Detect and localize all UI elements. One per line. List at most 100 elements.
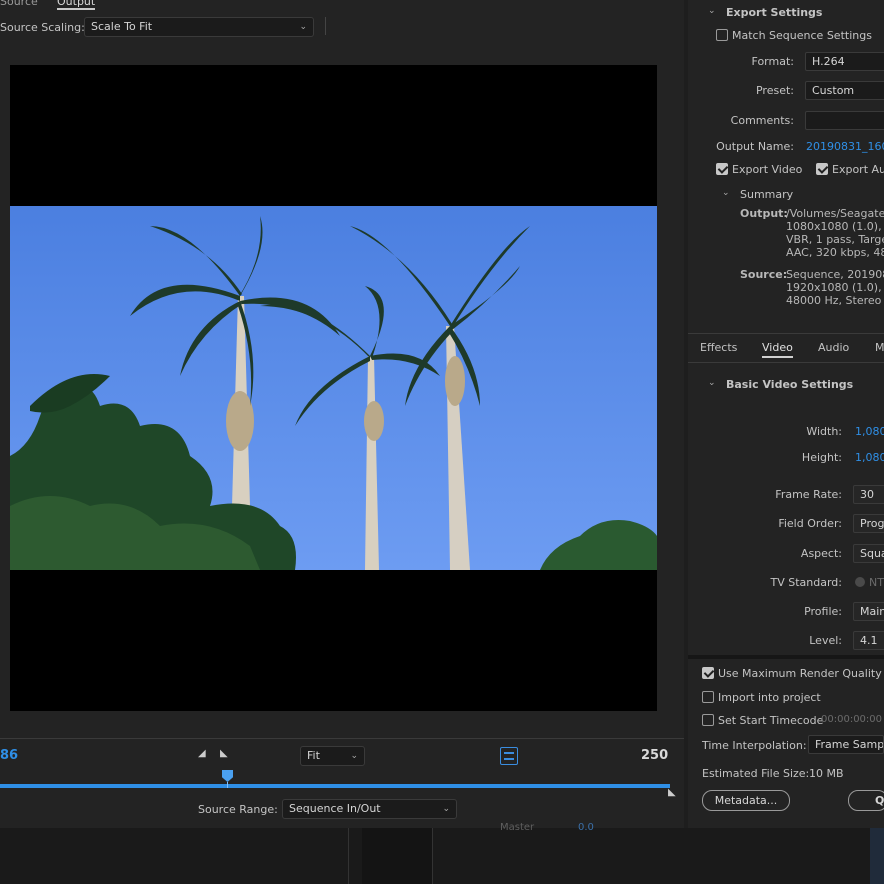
height-label: Height:	[801, 451, 842, 464]
divider	[0, 738, 684, 739]
field-order-dropdown[interactable]: Prog	[853, 514, 884, 533]
checkbox-icon	[816, 163, 828, 175]
source-scaling-dropdown[interactable]: Scale To Fit ⌄	[84, 17, 314, 37]
format-value: H.264	[812, 55, 845, 68]
import-project-checkbox[interactable]: Import into project	[702, 691, 821, 704]
checkbox-icon	[702, 691, 714, 703]
video-frame-image	[10, 206, 657, 570]
summary-line: 48000 Hz, Stereo	[786, 294, 882, 307]
divider	[688, 333, 884, 334]
current-frame[interactable]: 86	[0, 748, 18, 763]
tab-more[interactable]: M	[875, 341, 884, 354]
aspect-toggle-icon[interactable]	[500, 747, 518, 765]
format-dropdown[interactable]: H.264	[805, 52, 884, 71]
level-label: Level:	[809, 634, 842, 647]
scrub-bar[interactable]	[0, 784, 670, 788]
preset-label: Preset:	[755, 84, 794, 97]
checkbox-icon	[702, 714, 714, 726]
export-settings-header: Export Settings	[726, 6, 823, 19]
summary-output-label: Output:	[740, 207, 788, 220]
tab-video[interactable]: Video	[762, 341, 793, 358]
mark-in-icon[interactable]: ◢	[198, 748, 206, 759]
summary-source-text: Sequence, 201908 1920x1080 (1.0), 3 4800…	[786, 268, 884, 307]
export-video-checkbox[interactable]: Export Video	[716, 163, 802, 176]
checkbox-icon	[702, 667, 714, 679]
chevron-down-icon[interactable]: ⌄	[722, 188, 730, 198]
metadata-button[interactable]: Metadata...	[702, 790, 790, 811]
tab-source[interactable]: Source	[0, 0, 38, 8]
time-interpolation-label: Time Interpolation:	[702, 739, 807, 752]
profile-label: Profile:	[804, 605, 842, 618]
source-range-dropdown[interactable]: Sequence In/Out ⌄	[282, 799, 457, 819]
level-dropdown[interactable]: 4.1	[853, 631, 884, 650]
export-audio-checkbox[interactable]: Export Au	[816, 163, 884, 176]
frame-rate-dropdown[interactable]: 30	[853, 485, 884, 504]
preset-value: Custom	[812, 84, 855, 97]
master-value: 0.0	[578, 822, 594, 833]
output-name-link[interactable]: 20190831_160	[806, 140, 884, 153]
out-point-icon[interactable]: ◣	[668, 787, 676, 798]
max-render-label: Use Maximum Render Quality	[718, 667, 882, 680]
field-order-label: Field Order:	[778, 517, 842, 530]
divider	[688, 655, 884, 659]
profile-dropdown[interactable]: Main	[853, 602, 884, 621]
summary-line: Sequence, 201908	[786, 268, 884, 281]
master-label: Master	[500, 822, 535, 833]
checkbox-icon	[716, 29, 728, 41]
match-sequence-checkbox[interactable]: Match Sequence Settings	[716, 29, 872, 42]
chevron-down-icon: ⌄	[350, 751, 358, 761]
summary-output-text: /Volumes/Seagate 1080x1080 (1.0), 3 VBR,…	[786, 207, 884, 259]
basic-video-header: Basic Video Settings	[726, 378, 854, 391]
divider	[432, 828, 433, 884]
tv-standard-value: NT	[869, 576, 884, 589]
height-value[interactable]: 1,080	[855, 451, 884, 464]
aspect-dropdown[interactable]: Squa	[853, 544, 884, 563]
summary-line: 1080x1080 (1.0), 3	[786, 220, 884, 233]
chevron-down-icon: ⌄	[442, 804, 450, 814]
width-value[interactable]: 1,080	[855, 425, 884, 438]
comments-label: Comments:	[730, 114, 794, 127]
playhead-icon[interactable]	[222, 770, 233, 782]
summary-line: 1920x1080 (1.0), 3	[786, 281, 884, 294]
import-project-label: Import into project	[718, 691, 821, 704]
time-interpolation-dropdown[interactable]: Frame Sampli	[808, 735, 884, 754]
start-timecode-label: Set Start Timecode	[718, 714, 824, 727]
chevron-down-icon: ⌄	[299, 22, 307, 32]
tv-standard-label: TV Standard:	[770, 576, 843, 589]
preset-dropdown[interactable]: Custom	[805, 81, 884, 100]
zoom-dropdown[interactable]: Fit ⌄	[300, 746, 365, 766]
comments-input[interactable]	[805, 111, 884, 130]
chevron-down-icon[interactable]: ⌄	[708, 378, 716, 388]
start-timecode-checkbox[interactable]: Set Start Timecode	[702, 714, 823, 727]
summary-line: AAC, 320 kbps, 48	[786, 246, 884, 259]
export-video-label: Export Video	[732, 163, 803, 176]
track-area	[362, 828, 432, 884]
summary-header: Summary	[740, 188, 794, 201]
max-render-checkbox[interactable]: Use Maximum Render Quality	[702, 667, 882, 680]
format-label: Format:	[751, 55, 794, 68]
playhead-line	[227, 782, 228, 788]
file-size-value: 10 MB	[809, 767, 844, 780]
source-range-label: Source Range:	[198, 803, 278, 816]
tv-standard-radio[interactable]: NT	[855, 576, 884, 589]
output-name-label: Output Name:	[716, 140, 794, 153]
end-frame: 250	[641, 748, 669, 763]
chevron-down-icon[interactable]: ⌄	[708, 6, 716, 16]
match-sequence-label: Match Sequence Settings	[732, 29, 872, 42]
preview-panel: Source Output Source Scaling: Scale To F…	[0, 0, 684, 828]
background-timeline: Master 0.0	[0, 822, 884, 884]
summary-line: /Volumes/Seagate	[786, 207, 884, 220]
tab-effects[interactable]: Effects	[700, 341, 737, 354]
aspect-label: Aspect:	[800, 547, 842, 560]
radio-icon	[855, 577, 865, 587]
source-range-value: Sequence In/Out	[289, 802, 381, 815]
export-settings-panel: ⌄ Export Settings Match Sequence Setting…	[688, 0, 884, 828]
tab-output[interactable]: Output	[57, 0, 96, 10]
width-label: Width:	[806, 425, 842, 438]
scrollbar[interactable]	[870, 828, 884, 884]
queue-button[interactable]: Q	[848, 790, 884, 811]
checkbox-icon	[716, 163, 728, 175]
tab-audio[interactable]: Audio	[818, 341, 849, 354]
divider	[325, 17, 326, 35]
mark-out-icon[interactable]: ◣	[220, 748, 228, 759]
